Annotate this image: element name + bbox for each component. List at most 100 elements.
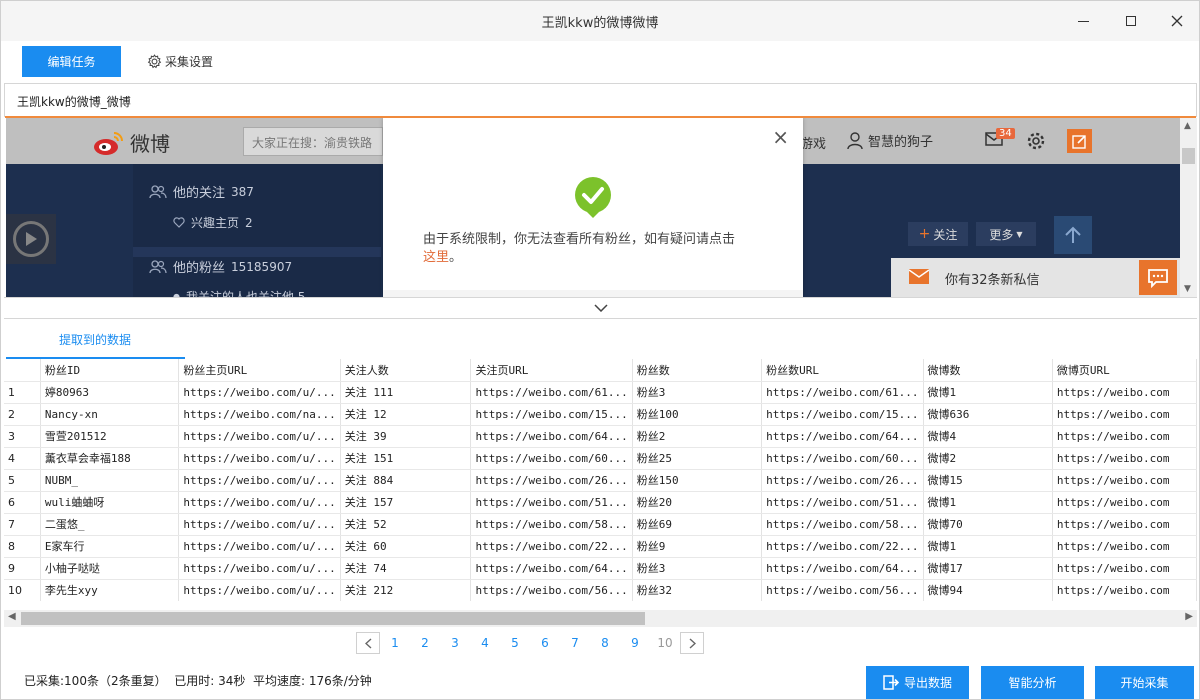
table-cell: https://weibo.com [1052, 513, 1197, 536]
data-table: 粉丝ID 粉丝主页URL 关注人数 关注页URL 粉丝数 粉丝数URL 微博数 微博页URL … [4, 359, 1197, 601]
h-scroll-thumb[interactable] [21, 612, 645, 625]
row-index-cell: 7 [4, 513, 41, 536]
column-header[interactable]: 微博页URL [1052, 359, 1197, 382]
edit-task-button[interactable]: 编辑任务 [22, 46, 121, 77]
table-row[interactable]: 2 Nancy-xn https://weibo.com/na... 关注 12 htt… [4, 403, 1197, 426]
start-collect-button[interactable]: 开始采集 [1095, 666, 1194, 699]
table-row[interactable]: 4 薰衣草会幸福188 https://weibo.com/u/... 关注 151 h… [4, 447, 1197, 470]
page-number-10[interactable]: 10 [650, 636, 680, 650]
maximize-button[interactable] [1118, 9, 1144, 33]
private-message-bar[interactable]: 你有32条新私信 [891, 258, 1180, 297]
table-horizontal-scrollbar[interactable]: ◀ ▶ [4, 610, 1197, 627]
table-cell: 粉丝25 [632, 447, 763, 470]
table-cell: 关注 60 [340, 535, 472, 558]
window-title: 王凯kkw的微博微博 [541, 16, 659, 31]
scroll-up-icon[interactable]: ▲ [1184, 121, 1191, 131]
table-row[interactable]: 9 小柚子哒哒 https://weibo.com/u/... 关注 74 https:… [4, 557, 1197, 580]
page-number-4[interactable]: 4 [470, 636, 500, 650]
weibo-gear-icon[interactable] [1026, 131, 1046, 151]
scroll-right-icon[interactable]: ▶ [1185, 611, 1193, 622]
toolbar: 编辑任务 采集设置 [1, 41, 1199, 83]
table-cell: https://weibo.com/15... [470, 403, 633, 426]
column-header[interactable]: 关注人数 [340, 359, 472, 382]
table-cell: 李先生xyy [40, 579, 180, 601]
table-cell: 关注 884 [340, 469, 472, 492]
close-button[interactable] [1164, 9, 1190, 33]
dialog-help-link[interactable]: 这里 [423, 250, 449, 265]
table-cell: https://weibo.com/64... [470, 425, 633, 448]
table-row[interactable]: 6 wuli蛐蛐呀 https://weibo.com/u/... 关注 157 htt… [4, 491, 1197, 514]
tab-extracted-data[interactable]: 提取到的数据 [6, 321, 185, 359]
table-cell: https://weibo.com/u/... [178, 447, 341, 470]
page-number-2[interactable]: 2 [410, 636, 440, 650]
weibo-search-input[interactable]: 大家正在搜：渝贵铁路 [243, 127, 383, 156]
table-row[interactable]: 7 二蛋悠_ https://weibo.com/u/... 关注 52 https:/… [4, 513, 1197, 536]
row-index-cell: 1 [4, 381, 41, 404]
table-cell: 微博4 [923, 425, 1053, 448]
scroll-left-icon[interactable]: ◀ [8, 611, 16, 622]
prev-page-button[interactable] [356, 632, 380, 654]
page-number-7[interactable]: 7 [560, 636, 590, 650]
collect-settings-button[interactable]: 采集设置 [147, 53, 213, 70]
browser-vertical-scrollbar[interactable]: ▲ ▼ [1180, 118, 1197, 297]
table-row[interactable]: 3 雪萱201512 https://weibo.com/u/... 关注 39 htt… [4, 425, 1197, 448]
chevron-down-icon[interactable] [593, 304, 608, 312]
table-cell: https://weibo.com [1052, 469, 1197, 492]
table-cell: https://weibo.com/na... [178, 403, 341, 426]
next-page-button[interactable] [680, 632, 704, 654]
scroll-down-icon[interactable]: ▼ [1184, 284, 1191, 294]
page-number-1[interactable]: 1 [380, 636, 410, 650]
table-row[interactable]: 10 李先生xyy https://weibo.com/u/... 关注 212 htt… [4, 579, 1197, 601]
table-cell: https://weibo.com [1052, 403, 1197, 426]
column-header[interactable]: 粉丝数 [632, 359, 763, 382]
page-number-9[interactable]: 9 [620, 636, 650, 650]
page-number-5[interactable]: 5 [500, 636, 530, 650]
smart-analysis-button[interactable]: 智能分析 [981, 666, 1084, 699]
table-cell: 粉丝9 [632, 535, 763, 558]
table-cell: https://weibo.com/26... [761, 469, 924, 492]
play-video-button[interactable] [6, 214, 56, 264]
weibo-more-button[interactable]: 更多 ▼ [976, 222, 1036, 246]
page-number-3[interactable]: 3 [440, 636, 470, 650]
fans-item[interactable]: 他的粉丝 15185907 [149, 257, 292, 276]
weibo-follow-button[interactable]: + 关注 [908, 222, 968, 246]
table-cell: 粉丝100 [632, 403, 763, 426]
app-window: 王凯kkw的微博微博 编辑任务 采集设置 王凯kkw的微博_微博 微博 大家正在… [0, 0, 1200, 700]
weibo-logo[interactable]: 微博 [92, 128, 170, 157]
column-header[interactable]: 粉丝数URL [761, 359, 924, 382]
interest-item[interactable]: 兴趣主页 2 [173, 214, 253, 231]
index-column-header[interactable] [4, 359, 41, 382]
column-header[interactable]: 关注页URL [470, 359, 633, 382]
table-row[interactable]: 8 E家车行 https://weibo.com/u/... 关注 60 https:/… [4, 535, 1197, 558]
back-to-top-button[interactable] [1054, 216, 1092, 254]
following-item[interactable]: 他的关注 387 [149, 182, 254, 201]
table-row[interactable]: 5 NUBM_ https://weibo.com/u/... 关注 884 https… [4, 469, 1197, 492]
table-cell: 婷80963 [40, 381, 180, 404]
interest-label: 兴趣主页 [191, 216, 240, 230]
column-header[interactable]: 微博数 [923, 359, 1053, 382]
page-number-8[interactable]: 8 [590, 636, 620, 650]
column-header[interactable]: 粉丝ID [40, 359, 180, 382]
table-row[interactable]: 1 婷80963 https://weibo.com/u/... 关注 111 http… [4, 381, 1197, 404]
table-cell: 小柚子哒哒 [40, 557, 180, 580]
weibo-game-link[interactable]: 游戏 [800, 133, 826, 152]
browser-tab-title[interactable]: 王凯kkw的微博_微博 [17, 93, 131, 110]
table-cell: https://weibo.com [1052, 535, 1197, 558]
table-cell: https://weibo.com/22... [761, 535, 924, 558]
table-cell: 微博70 [923, 513, 1053, 536]
export-data-button[interactable]: 导出数据 [866, 666, 969, 699]
table-cell: https://weibo.com/u/... [178, 491, 341, 514]
dialog-close-icon[interactable]: × [772, 127, 789, 147]
weibo-compose-button[interactable] [1067, 129, 1092, 153]
table-cell: 微博94 [923, 579, 1053, 601]
column-header[interactable]: 粉丝主页URL [178, 359, 341, 382]
panel-splitter[interactable] [4, 297, 1197, 319]
weibo-logo-icon [94, 131, 123, 155]
chat-button[interactable] [1139, 260, 1177, 295]
scroll-thumb[interactable] [1182, 148, 1195, 164]
table-cell: 二蛋悠_ [40, 513, 180, 536]
mutual-item[interactable]: ● 我关注的人也关注他 5 [173, 288, 305, 297]
weibo-user-link[interactable]: 智慧的狗子 [847, 131, 933, 150]
page-number-6[interactable]: 6 [530, 636, 560, 650]
minimize-button[interactable] [1070, 9, 1096, 33]
